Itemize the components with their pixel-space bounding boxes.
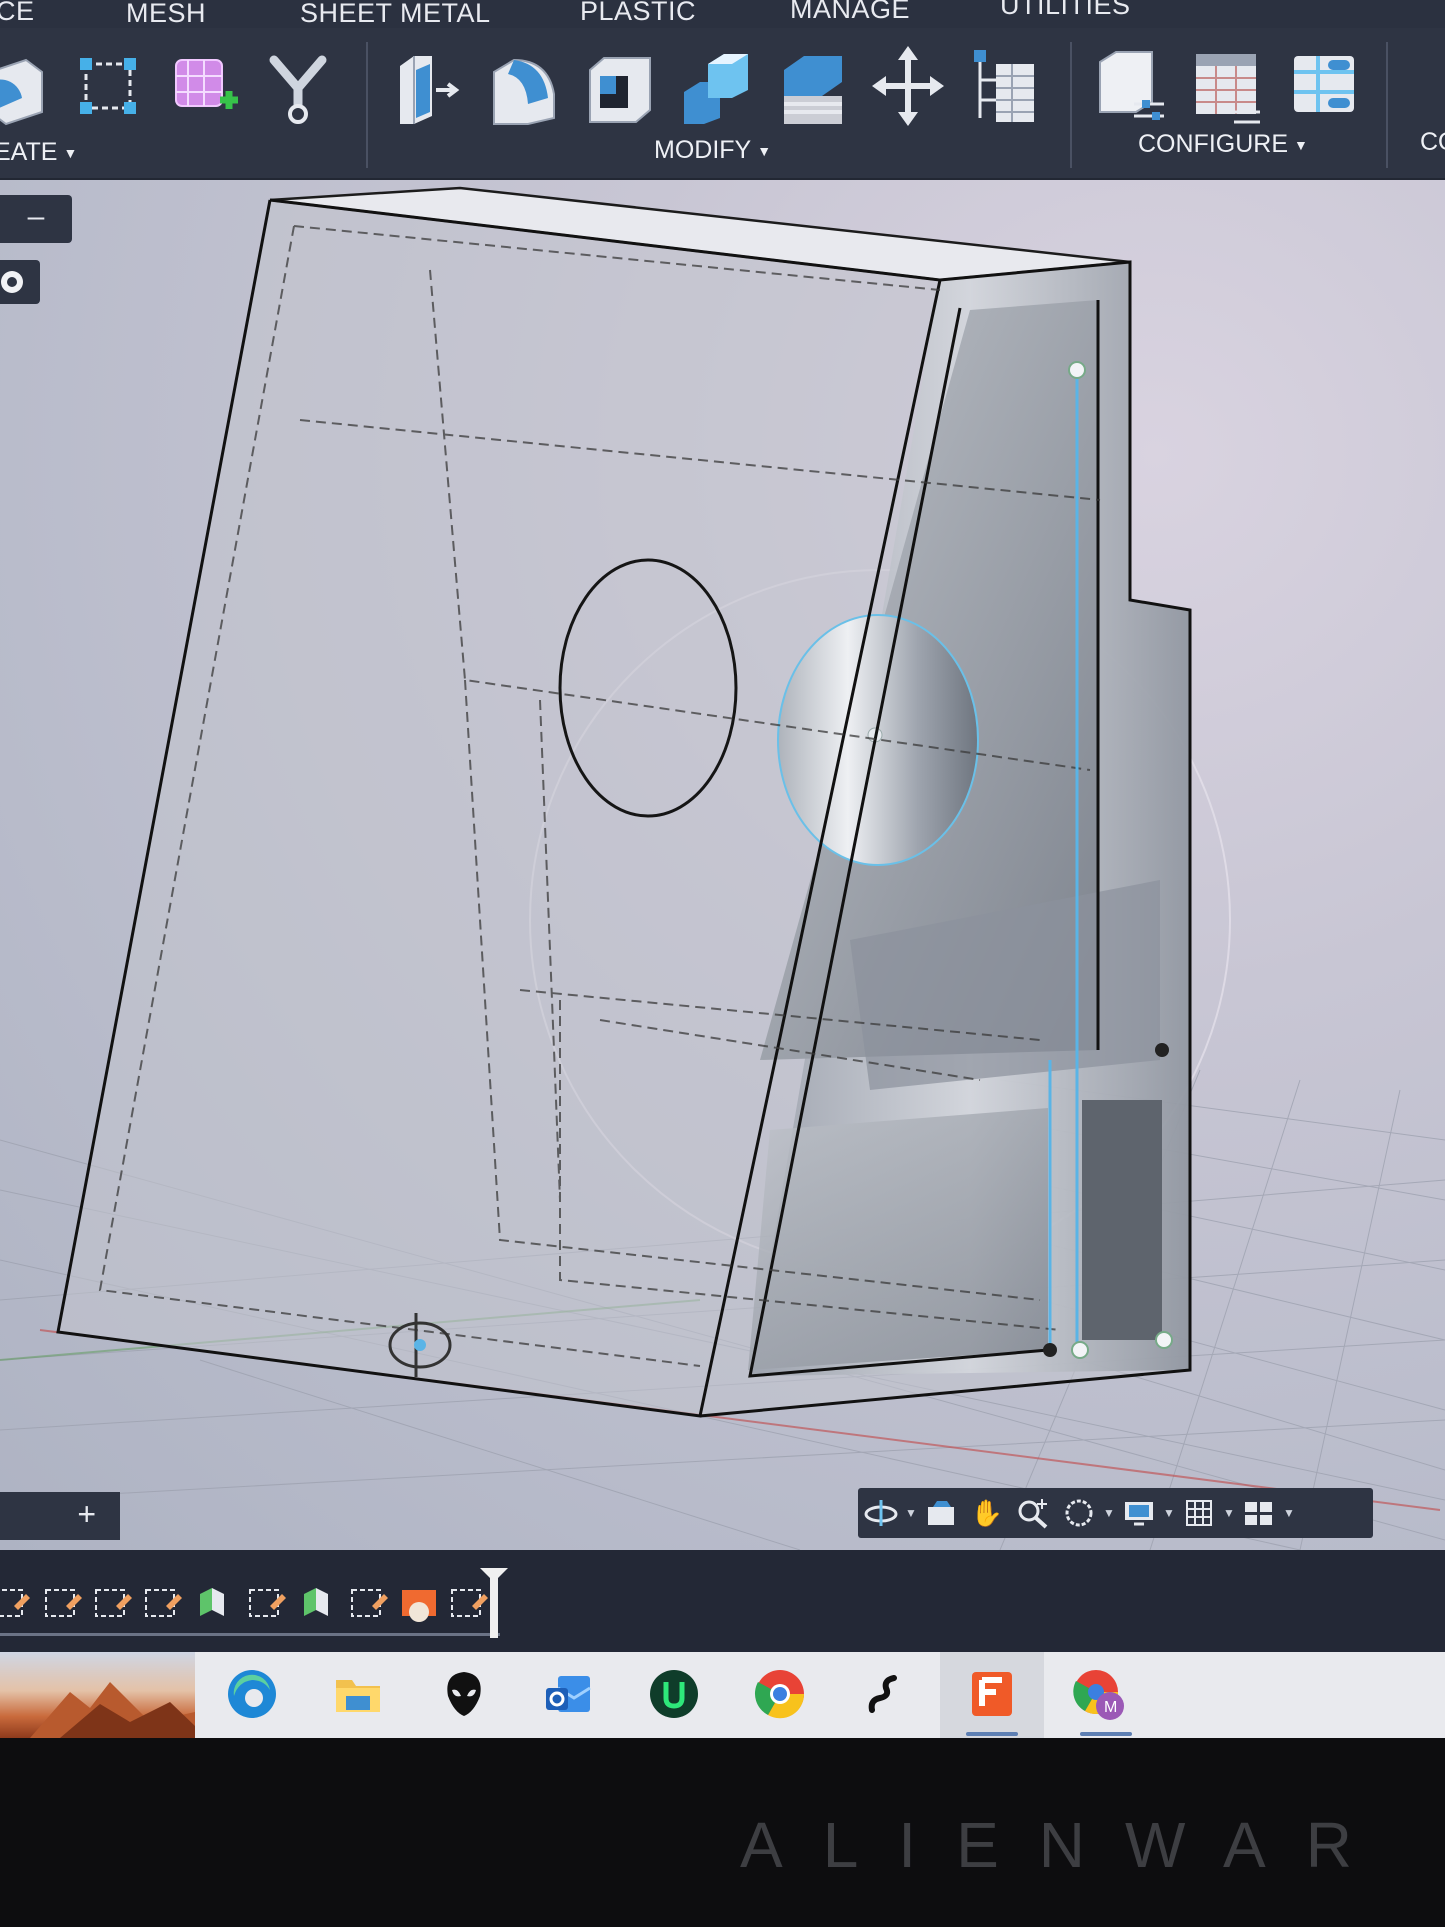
- tab-sheet-metal[interactable]: SHEET METAL: [300, 0, 491, 29]
- press-pull-button[interactable]: [392, 42, 464, 126]
- windows-taskbar: M: [0, 1652, 1445, 1738]
- timeline-marker[interactable]: [480, 1568, 508, 1638]
- derive-button[interactable]: [262, 42, 334, 126]
- viewports-icon[interactable]: [1236, 1493, 1282, 1533]
- shell-button[interactable]: [584, 42, 656, 126]
- file-explorer-icon[interactable]: [330, 1666, 386, 1722]
- grid-icon[interactable]: [1176, 1493, 1222, 1533]
- y-branch-icon: [269, 55, 327, 124]
- parameters-table-icon: [974, 50, 1034, 122]
- theme-table-icon: [1294, 56, 1354, 112]
- tab-manage[interactable]: MANAGE: [790, 0, 910, 25]
- chrome-profile-icon[interactable]: M: [1070, 1666, 1126, 1722]
- sketch-point[interactable]: [1068, 361, 1086, 379]
- browser-visibility-toggle[interactable]: [0, 260, 40, 304]
- display-settings-icon[interactable]: [1116, 1493, 1162, 1533]
- create-group-label[interactable]: EATE ▼: [0, 138, 77, 167]
- desktop-wallpaper-thumbnail[interactable]: [0, 1652, 195, 1738]
- orbit-icon[interactable]: [858, 1493, 904, 1533]
- ribbon-separator: [366, 42, 368, 168]
- configuration-table-icon: [1196, 54, 1260, 124]
- tab-mesh[interactable]: MESH: [126, 0, 206, 29]
- timeline-features: [0, 1588, 488, 1622]
- fusion-icon[interactable]: [964, 1666, 1020, 1722]
- cavity-lower: [748, 1108, 1048, 1370]
- offset-face-icon: [784, 56, 842, 124]
- chevron-down-icon[interactable]: ▼: [1282, 1506, 1296, 1520]
- slot-port: [1082, 1100, 1162, 1340]
- eye-icon: [1, 271, 23, 293]
- zoom-icon[interactable]: [1010, 1493, 1056, 1533]
- move-arrows-icon: [872, 46, 944, 126]
- outlook-icon[interactable]: [540, 1666, 596, 1722]
- configuration-table-button[interactable]: [1190, 42, 1262, 126]
- chevron-down-icon[interactable]: ▼: [1102, 1506, 1116, 1520]
- construct-group-label[interactable]: CO: [1420, 128, 1445, 157]
- modify-group-label[interactable]: MODIFY ▼: [654, 136, 771, 165]
- sketch-point[interactable]: [1155, 1331, 1173, 1349]
- tab-plastic[interactable]: PLASTIC: [580, 0, 696, 27]
- monitor-brand-logo: ALIENWAR: [740, 1809, 1392, 1881]
- ribbon-separator: [1070, 42, 1072, 168]
- press-pull-icon: [400, 56, 460, 124]
- combine-icon: [684, 54, 748, 124]
- tab-utilities[interactable]: UTILITIES: [1000, 0, 1131, 21]
- sketch-point[interactable]: [1043, 1343, 1057, 1357]
- chevron-down-icon[interactable]: ▼: [1162, 1506, 1176, 1520]
- move-copy-button[interactable]: [872, 42, 944, 126]
- 3d-viewport[interactable]: –: [0, 180, 1445, 1550]
- navigation-bar: ▼ ✋ ▼ ▼ ▼ ▼: [858, 1488, 1373, 1538]
- shell-icon: [589, 57, 651, 123]
- form-cube-icon: [175, 59, 238, 109]
- comments-panel[interactable]: +: [0, 1492, 120, 1540]
- theme-table-button[interactable]: [1288, 42, 1360, 126]
- configure-group-label[interactable]: CONFIGURE ▼: [1138, 130, 1308, 159]
- snapdragon-icon[interactable]: [856, 1666, 912, 1722]
- combine-button[interactable]: [680, 42, 752, 126]
- taskbar-active-indicator: [1080, 1732, 1132, 1736]
- chevron-down-icon[interactable]: ▼: [904, 1506, 918, 1520]
- look-at-icon[interactable]: [918, 1493, 964, 1533]
- revolve-button[interactable]: [0, 42, 54, 126]
- change-parameters-button[interactable]: [968, 42, 1040, 126]
- fillet-button[interactable]: [488, 42, 560, 126]
- sketch-points-icon: [80, 58, 136, 114]
- offset-face-button[interactable]: [776, 42, 848, 126]
- create-form-button[interactable]: [168, 42, 240, 126]
- chevron-down-icon[interactable]: ▼: [1222, 1506, 1236, 1520]
- fillet-icon: [493, 58, 555, 125]
- tab-create[interactable]: CE: [0, 0, 35, 27]
- ribbon-separator: [1386, 42, 1388, 168]
- revolve-icon: [0, 58, 43, 126]
- menu-tab-bar: CE MESH SHEET METAL PLASTIC MANAGE UTILI…: [0, 0, 1445, 28]
- configure-box-icon: [1099, 51, 1164, 120]
- fit-icon[interactable]: [1056, 1493, 1102, 1533]
- sketch-point[interactable]: [1071, 1341, 1089, 1359]
- design-timeline[interactable]: [0, 1550, 1445, 1652]
- svg-text:M: M: [1104, 1699, 1117, 1716]
- model-scene[interactable]: [0, 180, 1445, 1550]
- toolbar-ribbon: EATE▼ MODIFY▼ CONFIGURE▼ CO: [0, 28, 1445, 180]
- alienware-icon[interactable]: [436, 1666, 492, 1722]
- add-comment-button[interactable]: +: [77, 1496, 96, 1533]
- pan-icon[interactable]: ✋: [964, 1493, 1010, 1533]
- configure-design-button[interactable]: [1094, 42, 1166, 126]
- chrome-icon[interactable]: [752, 1666, 808, 1722]
- sketch-point[interactable]: [1155, 1043, 1169, 1057]
- monitor-bezel: ALIENWAR: [0, 1738, 1445, 1927]
- timeline-track: [0, 1633, 500, 1636]
- browser-collapse-button[interactable]: –: [0, 195, 72, 243]
- edge-icon[interactable]: [224, 1666, 280, 1722]
- u-app-icon[interactable]: [646, 1666, 702, 1722]
- sketch-rectangle-button[interactable]: [72, 42, 144, 126]
